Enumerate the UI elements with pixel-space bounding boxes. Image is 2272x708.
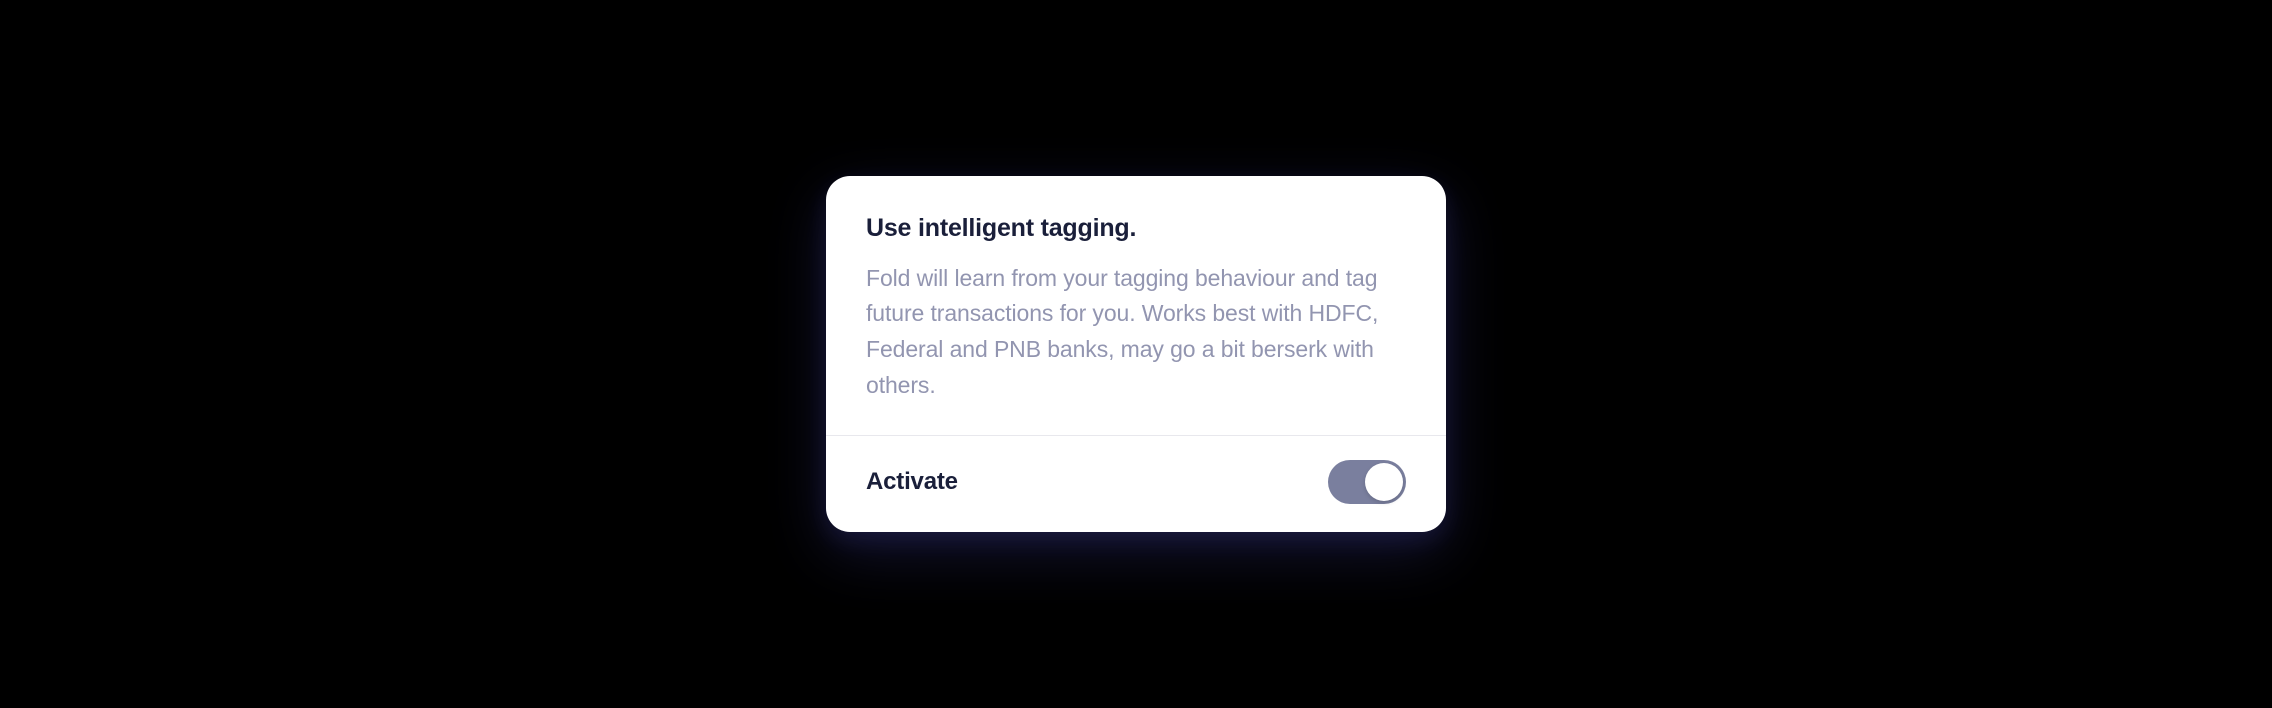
activate-toggle[interactable]	[1328, 460, 1406, 504]
card-content: Use intelligent tagging. Fold will learn…	[826, 176, 1446, 436]
card-title: Use intelligent tagging.	[866, 214, 1406, 243]
activate-label: Activate	[866, 468, 958, 496]
settings-card: Use intelligent tagging. Fold will learn…	[826, 176, 1446, 533]
toggle-knob	[1365, 463, 1403, 501]
card-description: Fold will learn from your tagging behavi…	[866, 261, 1406, 404]
card-footer: Activate	[826, 436, 1446, 532]
